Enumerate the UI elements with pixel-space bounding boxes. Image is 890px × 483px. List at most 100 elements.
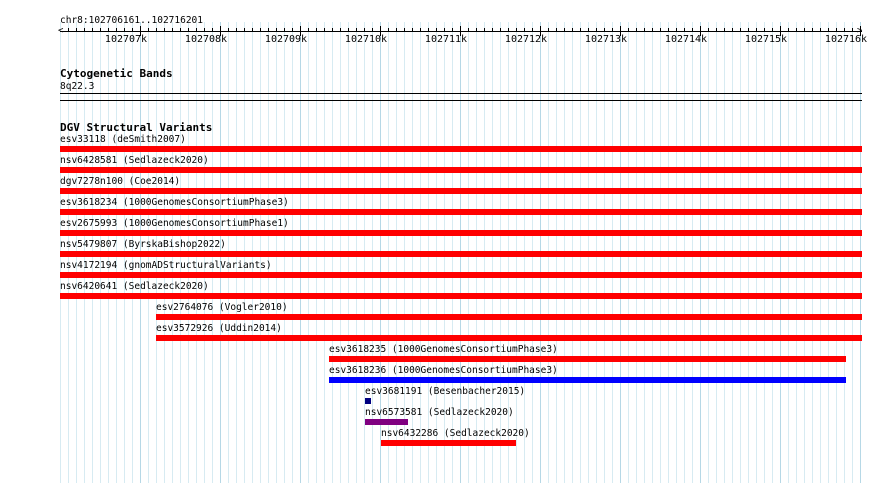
ruler-minor-tick [564, 28, 565, 32]
variant-label: nsv5479807 (ByrskaBishop2022) [60, 239, 226, 250]
dgv-track-title: DGV Structural Variants [60, 121, 213, 134]
ruler-minor-tick [212, 28, 213, 32]
ruler-minor-tick [308, 28, 309, 32]
cytoband-band[interactable] [60, 93, 862, 94]
variant-bar[interactable] [381, 440, 516, 446]
ruler-minor-tick [788, 28, 789, 32]
ruler-minor-tick [372, 28, 373, 32]
variant-label: nsv6420641 (Sedlazeck2020) [60, 281, 209, 292]
ruler-tick-label: 102708k [184, 34, 228, 45]
variant-bar[interactable] [365, 398, 371, 404]
ruler[interactable]: < > 102707k102708k102709k102710k102711k1… [0, 24, 890, 48]
ruler-minor-tick [172, 28, 173, 32]
ruler-minor-tick [228, 28, 229, 32]
ruler-minor-tick [764, 28, 765, 32]
ruler-minor-tick [108, 28, 109, 32]
ruler-minor-tick [244, 28, 245, 32]
ruler-minor-tick [612, 28, 613, 32]
ruler-minor-tick [580, 28, 581, 32]
variant-bar[interactable] [60, 293, 862, 299]
ruler-left-arrow-icon: < [58, 26, 64, 36]
ruler-minor-tick [812, 28, 813, 32]
variant-label: nsv6573581 (Sedlazeck2020) [365, 407, 514, 418]
ruler-minor-tick [292, 28, 293, 32]
ruler-tick-label: 102716k [824, 34, 868, 45]
ruler-minor-tick [820, 28, 821, 32]
variant-bar[interactable] [60, 188, 862, 194]
ruler-minor-tick [836, 28, 837, 32]
ruler-minor-tick [396, 28, 397, 32]
variant-bar[interactable] [60, 272, 862, 278]
ruler-minor-tick [436, 28, 437, 32]
variant-bar[interactable] [156, 335, 862, 341]
ruler-minor-tick [148, 28, 149, 32]
ruler-minor-tick [772, 28, 773, 32]
ruler-minor-tick [476, 28, 477, 32]
ruler-minor-tick [100, 28, 101, 32]
ruler-minor-tick [420, 28, 421, 32]
ruler-minor-tick [164, 28, 165, 32]
ruler-tick-label: 102714k [664, 34, 708, 45]
ruler-tick-label: 102712k [504, 34, 548, 45]
ruler-minor-tick [332, 28, 333, 32]
variant-label: esv3618236 (1000GenomesConsortiumPhase3) [329, 365, 558, 376]
variant-bar[interactable] [60, 209, 862, 215]
variant-label: nsv4172194 (gnomADStructuralVariants) [60, 260, 272, 271]
ruler-minor-tick [180, 28, 181, 32]
ruler-minor-tick [356, 28, 357, 32]
ruler-minor-tick [468, 28, 469, 32]
ruler-minor-tick [492, 28, 493, 32]
variant-bar[interactable] [60, 167, 862, 173]
ruler-minor-tick [260, 28, 261, 32]
variant-label: esv33118 (deSmith2007) [60, 134, 186, 145]
ruler-tick-label: 102713k [584, 34, 628, 45]
ruler-minor-tick [556, 28, 557, 32]
ruler-minor-tick [756, 28, 757, 32]
ruler-minor-tick [508, 28, 509, 32]
variant-bar[interactable] [329, 377, 846, 383]
ruler-minor-tick [604, 28, 605, 32]
variant-label: nsv6432286 (Sedlazeck2020) [381, 428, 530, 439]
ruler-minor-tick [740, 28, 741, 32]
variant-bar[interactable] [329, 356, 846, 362]
ruler-minor-tick [516, 28, 517, 32]
cytoband-label: 8q22.3 [60, 81, 95, 92]
ruler-minor-tick [252, 28, 253, 32]
ruler-minor-tick [804, 28, 805, 32]
ruler-minor-tick [388, 28, 389, 32]
track-divider [60, 100, 862, 101]
variant-label: esv2764076 (Vogler2010) [156, 302, 288, 313]
ruler-minor-tick [340, 28, 341, 32]
ruler-minor-tick [692, 28, 693, 32]
ruler-minor-tick [548, 28, 549, 32]
cytoband-track-title: Cytogenetic Bands [60, 67, 173, 80]
ruler-minor-tick [364, 28, 365, 32]
variant-bar[interactable] [156, 314, 862, 320]
ruler-minor-tick [524, 28, 525, 32]
ruler-minor-tick [636, 28, 637, 32]
ruler-minor-tick [652, 28, 653, 32]
ruler-minor-tick [76, 28, 77, 32]
ruler-minor-tick [124, 28, 125, 32]
variant-label: dgv7278n100 (Coe2014) [60, 176, 181, 187]
ruler-minor-tick [828, 28, 829, 32]
ruler-tick-label: 102710k [344, 34, 388, 45]
ruler-tick-label: 102707k [104, 34, 148, 45]
ruler-minor-tick [532, 28, 533, 32]
ruler-minor-tick [428, 28, 429, 32]
ruler-tick-label: 102715k [744, 34, 788, 45]
ruler-minor-tick [276, 28, 277, 32]
variant-bar[interactable] [60, 146, 862, 152]
variant-bar[interactable] [365, 419, 408, 425]
variant-bar[interactable] [60, 251, 862, 257]
ruler-minor-tick [708, 28, 709, 32]
ruler-minor-tick [796, 28, 797, 32]
ruler-minor-tick [588, 28, 589, 32]
ruler-minor-tick [452, 28, 453, 32]
ruler-minor-tick [684, 28, 685, 32]
ruler-tick-label: 102711k [424, 34, 468, 45]
variant-bar[interactable] [60, 230, 862, 236]
ruler-minor-tick [284, 28, 285, 32]
ruler-minor-tick [444, 28, 445, 32]
ruler-minor-tick [156, 28, 157, 32]
